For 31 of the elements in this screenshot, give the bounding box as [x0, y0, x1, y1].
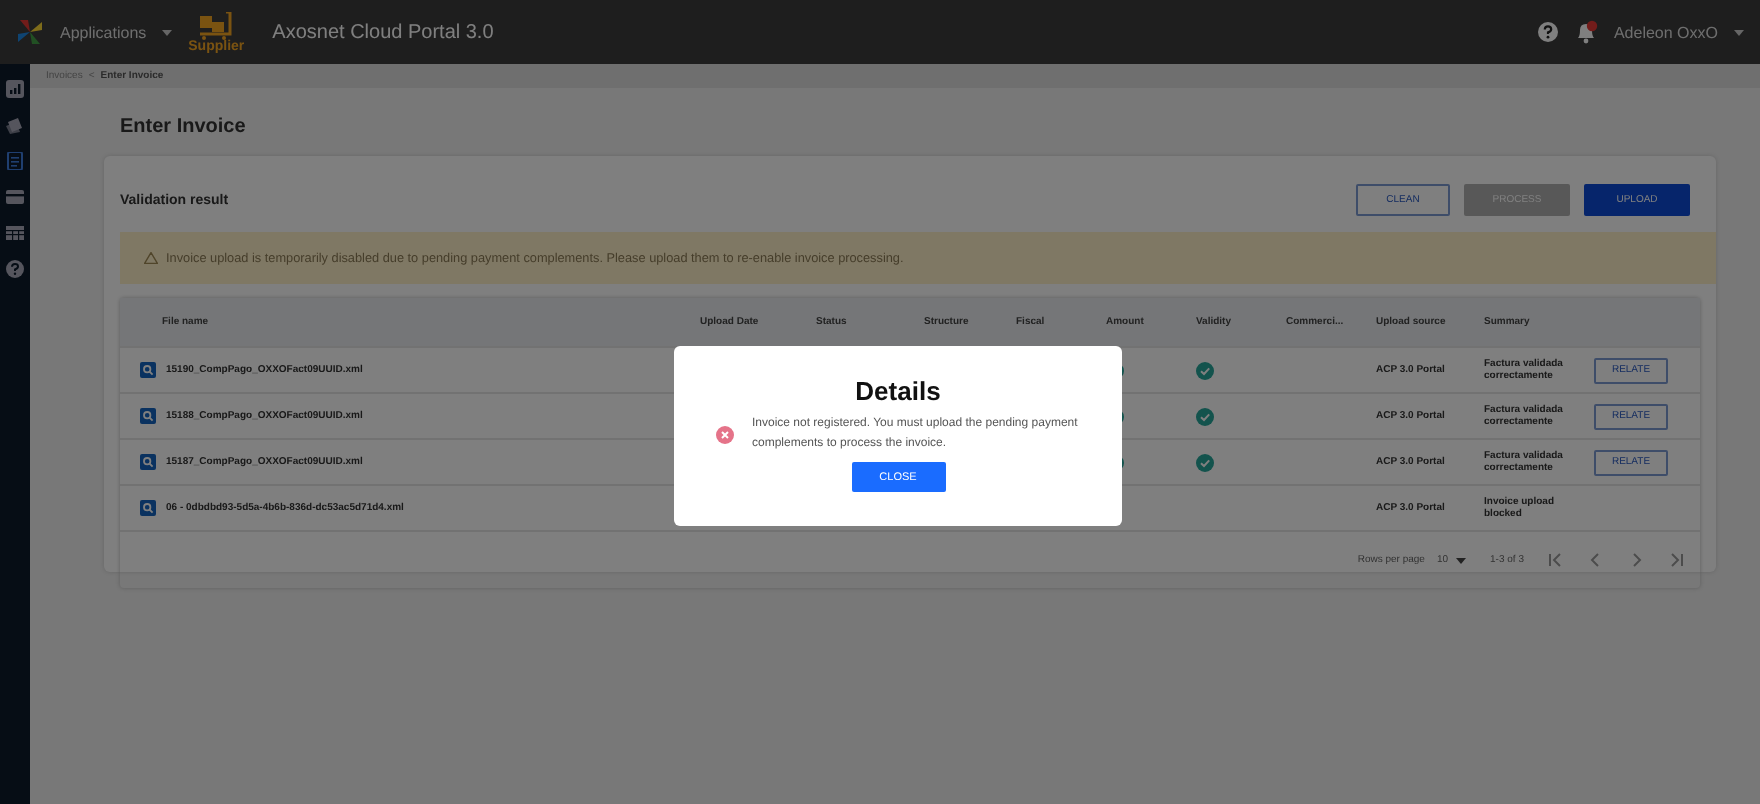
- next-page-icon[interactable]: [1628, 552, 1644, 568]
- help-icon: [6, 260, 24, 278]
- file-search-icon[interactable]: [140, 454, 156, 470]
- file-search-icon[interactable]: [140, 500, 156, 516]
- page-title: Enter Invoice: [120, 116, 248, 138]
- dialog-title: Details: [855, 376, 941, 406]
- portal-title: Axosnet Cloud Portal 3.0: [272, 21, 494, 43]
- previous-page-icon[interactable]: [1588, 552, 1604, 568]
- warning-icon: [144, 252, 158, 264]
- caret-icon[interactable]: [162, 29, 173, 35]
- help-nav-item[interactable]: [0, 260, 30, 278]
- pinwheel-logo-icon: [16, 18, 44, 46]
- file-search-icon[interactable]: [140, 362, 156, 378]
- notes-icon: [6, 116, 24, 134]
- card-icon: [6, 188, 24, 206]
- file-search-icon[interactable]: [140, 408, 156, 424]
- table-nav-item[interactable]: [0, 224, 30, 242]
- caret-icon[interactable]: [1734, 29, 1744, 35]
- caret-icon[interactable]: [1456, 557, 1467, 563]
- chart-nav-item[interactable]: [0, 80, 30, 98]
- user-menu[interactable]: Adeleon OxxO: [1613, 23, 1718, 41]
- card-nav-item[interactable]: [0, 188, 30, 206]
- bar-chart-icon: [6, 80, 24, 98]
- last-page-icon[interactable]: [1668, 552, 1684, 568]
- error-icon: [716, 425, 734, 443]
- applications-menu[interactable]: Applications: [60, 23, 147, 41]
- table-icon: [6, 224, 24, 242]
- first-page-icon[interactable]: [1548, 552, 1564, 568]
- document-icon: [6, 152, 24, 170]
- help-icon[interactable]: [1537, 22, 1558, 42]
- notification-bell-icon[interactable]: [1573, 20, 1598, 44]
